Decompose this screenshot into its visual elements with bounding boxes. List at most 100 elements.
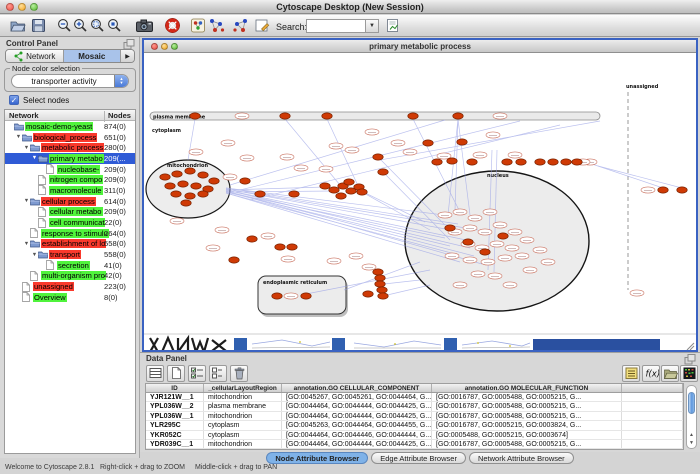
graph-node[interactable] (240, 178, 250, 184)
graph-node-small[interactable] (261, 233, 275, 239)
graph-node[interactable] (322, 113, 332, 119)
graph-node-small[interactable] (503, 282, 517, 288)
graph-node-small[interactable] (403, 149, 417, 155)
minimized-window-icon[interactable] (234, 338, 247, 350)
graph-node-small[interactable] (206, 245, 220, 251)
graph-node[interactable] (165, 183, 175, 189)
graph-node[interactable] (280, 113, 290, 119)
attribute-table-button[interactable] (146, 365, 164, 382)
graph-node[interactable] (408, 113, 418, 119)
unselect-attributes-button[interactable] (209, 365, 227, 382)
layout-button[interactable] (207, 17, 226, 35)
search-dropdown-button[interactable]: ▼ (366, 19, 379, 33)
tree-row[interactable]: cellular metabo209(0) (5, 207, 135, 218)
scroll-up-button[interactable]: ▲ (688, 431, 695, 439)
graph-node[interactable] (658, 187, 668, 193)
tab-mosaic[interactable]: Mosaic (64, 50, 122, 62)
graph-node[interactable] (198, 172, 208, 178)
new-attribute-button[interactable] (167, 365, 185, 382)
graph-node-small[interactable] (221, 140, 235, 146)
zoom-selected-button[interactable] (105, 17, 123, 35)
tree-row[interactable]: Overview8(0) (5, 292, 135, 303)
table-row[interactable]: YKR052Ccytoplasm[GO:0044464, GO:0044446,… (146, 431, 683, 440)
graph-node-small[interactable] (505, 245, 519, 251)
graph-node[interactable] (160, 174, 170, 180)
graph-node-small[interactable] (215, 227, 229, 233)
graph-node-small[interactable] (445, 253, 459, 259)
graph-node[interactable] (344, 179, 354, 185)
graph-node[interactable] (467, 159, 477, 165)
graph-node-small[interactable] (515, 253, 529, 259)
graph-node[interactable] (677, 187, 687, 193)
vizmapper-button[interactable] (189, 17, 207, 35)
frame-zoom-button[interactable] (171, 43, 178, 50)
graph-node-small[interactable] (329, 143, 343, 149)
graph-node-small[interactable] (493, 222, 507, 228)
column-header[interactable] (622, 384, 683, 392)
column-header[interactable]: _cellularLayoutRegion (204, 384, 282, 392)
tree-row[interactable]: multi-organism pro42(0) (5, 271, 135, 282)
graph-node[interactable] (377, 287, 387, 293)
tree-row[interactable]: ▼metabolic process280(0) (5, 142, 135, 153)
tree-row[interactable]: ▼primary metabo209(... (5, 153, 135, 164)
tree-expander-icon[interactable]: ▼ (31, 252, 38, 258)
tree-expander-icon[interactable]: ▼ (15, 134, 22, 140)
minimized-window-icon[interactable] (444, 338, 457, 350)
tree-row[interactable]: response to stimulu264(0) (5, 228, 135, 239)
frame-minimize-button[interactable] (161, 43, 168, 50)
tree-row[interactable]: mosaic-demo-yeast874(0) (5, 121, 135, 132)
graph-node-small[interactable] (641, 187, 655, 193)
zoom-fit-button[interactable] (88, 17, 106, 35)
tree-row[interactable]: nucleobase-209(0) (5, 164, 135, 175)
table-row[interactable]: YPL036W__1mitochondrion[GO:0044464, GO:0… (146, 412, 683, 421)
function-builder-button[interactable]: f(x) (642, 365, 660, 382)
table-row[interactable]: YPL036W__2plasma membrane[GO:0044464, GO… (146, 402, 683, 411)
graph-node-small[interactable] (189, 149, 203, 155)
tree-row[interactable]: cell communicat22(0) (5, 217, 135, 228)
tab-network[interactable]: Network (6, 50, 64, 62)
graph-node[interactable] (229, 257, 239, 263)
graph-node[interactable] (178, 181, 188, 187)
frame-close-button[interactable] (151, 43, 158, 50)
tab-node-attribute-browser[interactable]: Node Attribute Browser (266, 452, 368, 464)
graph-node[interactable] (190, 113, 200, 119)
graph-node-small[interactable] (471, 271, 485, 277)
graph-node[interactable] (457, 139, 467, 145)
graph-node-small[interactable] (235, 113, 249, 119)
graph-node-small[interactable] (170, 218, 184, 224)
scrollbar-thumb[interactable] (688, 392, 695, 414)
graph-node-small[interactable] (391, 140, 405, 146)
delete-attribute-button[interactable] (230, 365, 248, 382)
tree-row[interactable]: unassigned223(0) (5, 281, 135, 292)
window-minimize-button[interactable] (18, 3, 26, 11)
graph-node-small[interactable] (319, 166, 333, 172)
graph-node[interactable] (209, 178, 219, 184)
graph-node-small[interactable] (463, 257, 477, 263)
graph-node[interactable] (181, 200, 191, 206)
graph-node-small[interactable] (453, 282, 467, 288)
graph-node-small[interactable] (493, 113, 507, 119)
tree-row[interactable]: ▼cellular process614(0) (5, 196, 135, 207)
graph-node[interactable] (561, 159, 571, 165)
tab-network-attribute-browser[interactable]: Network Attribute Browser (469, 452, 574, 464)
table-row[interactable]: YDR039C__1mitochondrion[GO:0044464, GO:0… (146, 440, 683, 449)
graph-node[interactable] (320, 183, 330, 189)
tree-row[interactable]: ▼biological_process651(0) (5, 132, 135, 143)
graph-node[interactable] (363, 291, 373, 297)
table-scrollbar[interactable]: ▲ ▼ (686, 385, 697, 449)
graph-node[interactable] (336, 193, 346, 199)
graph-node[interactable] (447, 158, 457, 164)
graph-node-small[interactable] (508, 229, 522, 235)
graph-node[interactable] (171, 191, 181, 197)
network-canvas[interactable]: plasma membranecytoplasmmitochondrionnuc… (144, 53, 696, 350)
graph-node[interactable] (198, 191, 208, 197)
minimized-window-bar[interactable] (533, 339, 660, 350)
tree-row[interactable]: ▼establishment of lo558(0) (5, 239, 135, 250)
graph-node-small[interactable] (463, 225, 477, 231)
select-attributes-button[interactable] (188, 365, 206, 382)
column-header[interactable]: ID (146, 384, 204, 392)
float-panel-icon[interactable] (684, 354, 696, 365)
table-row[interactable]: YJR121W__1mitochondrion[GO:0045267, GO:0… (146, 393, 683, 402)
graph-node-small[interactable] (473, 152, 487, 158)
graph-node[interactable] (191, 183, 201, 189)
